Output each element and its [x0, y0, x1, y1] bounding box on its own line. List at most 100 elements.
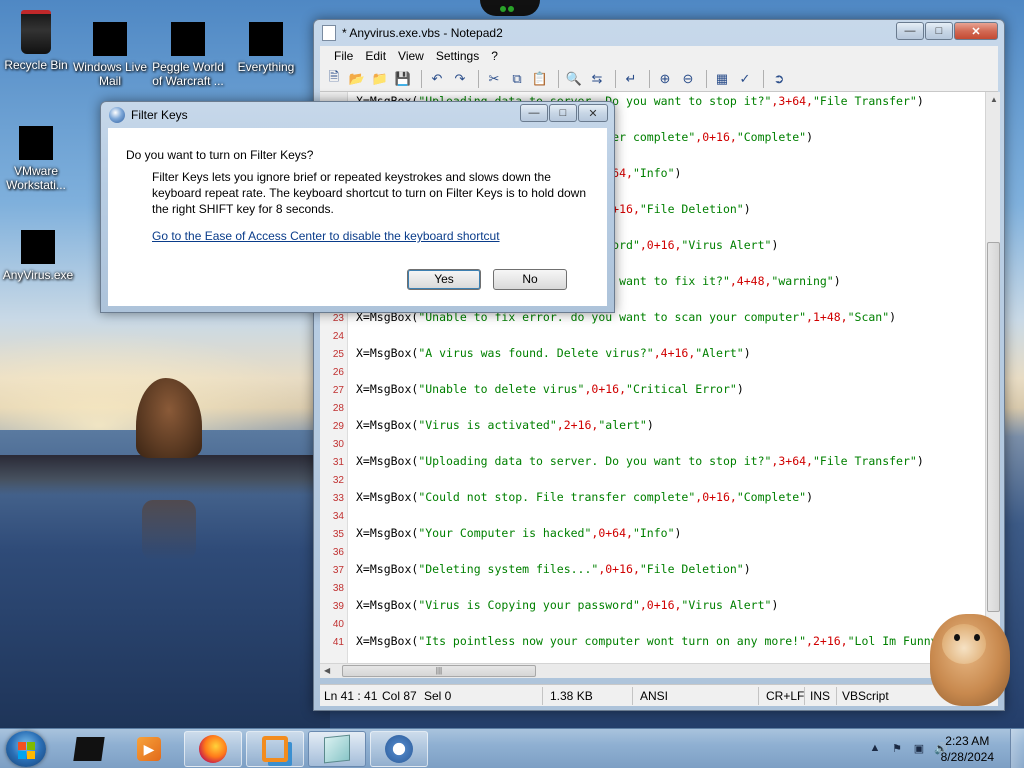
- code-line: 38: [320, 578, 985, 596]
- taskbar-recycle-app[interactable]: [60, 731, 118, 767]
- taskbar-firefox[interactable]: [184, 731, 242, 767]
- browse-icon[interactable]: 📁: [370, 69, 390, 89]
- code-line: 35 X=MsgBox("Your Computer is hacked",0+6…: [320, 524, 985, 542]
- notepad2-icon: [324, 734, 350, 764]
- notepad2-titlebar[interactable]: * Anyvirus.exe.vbs - Notepad2 — □ ✕: [314, 20, 1004, 46]
- paste-icon[interactable]: 📋: [530, 69, 550, 89]
- maximize-button[interactable]: □: [925, 22, 953, 40]
- code-line: 34: [320, 506, 985, 524]
- dialog-close-button[interactable]: ✕: [578, 104, 608, 122]
- code-text: X=MsgBox("Could not stop. File transfer …: [356, 490, 813, 504]
- code-text: X=MsgBox("Its pointless now your compute…: [356, 634, 938, 648]
- code-line: 30: [320, 434, 985, 452]
- scroll-left-icon[interactable]: ◀: [324, 666, 330, 675]
- undo-icon[interactable]: ↶: [427, 69, 447, 89]
- replace-icon[interactable]: ⇆: [587, 69, 607, 89]
- scroll-up-icon[interactable]: ▲: [990, 95, 998, 104]
- desktop-icon-anyvirus[interactable]: AnyVirus.exe: [0, 230, 76, 282]
- code-line: 29 X=MsgBox("Virus is activated",2+16,"al…: [320, 416, 985, 434]
- ease-of-access-icon: [385, 735, 413, 763]
- dialog-description: Filter Keys lets you ignore brief or rep…: [152, 170, 587, 216]
- zoom-out-icon[interactable]: ⊖: [678, 69, 698, 89]
- menu-edit[interactable]: Edit: [359, 46, 392, 66]
- menu-bar: File Edit View Settings ?: [320, 46, 998, 66]
- show-hidden-icons-icon[interactable]: ▲: [868, 742, 882, 756]
- dialog-maximize-button[interactable]: □: [549, 104, 577, 122]
- network-icon[interactable]: ▣: [912, 742, 926, 756]
- code-text: X=MsgBox("Virus is Copying your password…: [356, 598, 779, 612]
- word-wrap-icon[interactable]: ↵: [621, 69, 641, 89]
- code-text: X=MsgBox("A virus was found. Delete viru…: [356, 346, 751, 360]
- code-line: 28: [320, 398, 985, 416]
- menu-help[interactable]: ?: [485, 46, 504, 66]
- ease-of-access-link[interactable]: Go to the Ease of Access Center to disab…: [152, 229, 500, 243]
- horizontal-scrollbar[interactable]: ◀ |||: [320, 663, 985, 678]
- save-icon[interactable]: 💾: [393, 69, 413, 89]
- status-line-ending[interactable]: CR+LF: [766, 689, 804, 703]
- code-text: X=MsgBox("Uploading data to server. Do y…: [356, 454, 924, 468]
- clock[interactable]: 2:23 AM 8/28/2024: [941, 733, 994, 765]
- cut-icon[interactable]: ✂: [484, 69, 504, 89]
- system-tray: ▲ ⚑ ▣ 🔊 2:23 AM 8/28/2024: [824, 729, 1024, 768]
- code-line: 39 X=MsgBox("Virus is Copying your passwo…: [320, 596, 985, 614]
- status-line: Ln 41 : 41: [324, 689, 378, 703]
- horizontal-scroll-thumb[interactable]: |||: [342, 665, 536, 677]
- desktop-icon-everything[interactable]: Everything: [228, 22, 304, 74]
- status-language[interactable]: VBScript: [842, 689, 889, 703]
- vertical-scroll-thumb[interactable]: [987, 242, 1000, 612]
- code-text: X=MsgBox("Your Computer is hacked",0+64,…: [356, 526, 682, 540]
- vmware-icon: [19, 126, 53, 160]
- menu-settings[interactable]: Settings: [430, 46, 485, 66]
- action-center-icon[interactable]: ⚑: [890, 742, 904, 756]
- dialog-titlebar[interactable]: Filter Keys — □ ✕: [101, 102, 614, 128]
- code-line: 24: [320, 326, 985, 344]
- code-text: X=MsgBox("Virus is activated",2+16,"aler…: [356, 418, 654, 432]
- copy-icon[interactable]: ⧉: [507, 69, 527, 89]
- desktop-icon-windows-live-mail[interactable]: Windows Live Mail: [72, 22, 148, 88]
- desktop-icon-peggle[interactable]: Peggle World of Warcraft ...: [150, 22, 226, 88]
- zoom-in-icon[interactable]: ⊕: [655, 69, 675, 89]
- code-text: X=MsgBox("Deleting system files...",0+16…: [356, 562, 751, 576]
- taskbar-vmware[interactable]: [246, 731, 304, 767]
- taskbar-notepad2[interactable]: [308, 731, 366, 767]
- start-button[interactable]: [6, 731, 46, 767]
- code-text: X=MsgBox("Unable to delete virus",0+16,"…: [356, 382, 744, 396]
- redo-icon[interactable]: ↷: [450, 69, 470, 89]
- code-line: 41 X=MsgBox("Its pointless now your compu…: [320, 632, 985, 650]
- status-insert-mode: INS: [810, 689, 831, 703]
- close-button[interactable]: ✕: [954, 22, 998, 40]
- code-line: 33 X=MsgBox("Could not stop. File transfe…: [320, 488, 985, 506]
- vertical-scrollbar[interactable]: ▲ ▼: [985, 92, 1000, 676]
- peggle-icon: [171, 22, 205, 56]
- customize-scheme-icon[interactable]: ✓: [735, 69, 755, 89]
- taskbar-ease-of-access[interactable]: [370, 731, 428, 767]
- new-file-icon[interactable]: 🗎: [324, 69, 344, 89]
- status-encoding[interactable]: ANSI: [640, 689, 668, 703]
- open-folder-icon[interactable]: 📂: [347, 69, 367, 89]
- yes-button[interactable]: Yes: [407, 269, 481, 290]
- find-icon[interactable]: 🔍: [564, 69, 584, 89]
- taskbar-media-player[interactable]: ▶: [120, 731, 178, 767]
- status-column: Col 87: [382, 689, 417, 703]
- code-line: 32: [320, 470, 985, 488]
- status-selection: Sel 0: [424, 689, 452, 703]
- show-desktop-button[interactable]: [1010, 729, 1024, 768]
- minimize-button[interactable]: —: [896, 22, 924, 40]
- filter-keys-dialog[interactable]: Filter Keys — □ ✕ Do you want to turn on…: [100, 101, 615, 313]
- scheme-icon[interactable]: ▦: [712, 69, 732, 89]
- clock-time: 2:23 AM: [945, 734, 990, 748]
- code-line: 36: [320, 542, 985, 560]
- code-line: 37 X=MsgBox("Deleting system files...",0+…: [320, 560, 985, 578]
- menu-file[interactable]: File: [328, 46, 359, 66]
- desktop-icon-recycle-bin[interactable]: Recycle Bin: [0, 6, 74, 72]
- no-button[interactable]: No: [493, 269, 567, 290]
- menu-view[interactable]: View: [392, 46, 430, 66]
- dialog-minimize-button[interactable]: —: [520, 104, 548, 122]
- desktop-icon-vmware[interactable]: VMware Workstati...: [0, 126, 74, 192]
- exit-icon[interactable]: ➲: [769, 69, 789, 89]
- notepad-app-icon: [322, 25, 336, 41]
